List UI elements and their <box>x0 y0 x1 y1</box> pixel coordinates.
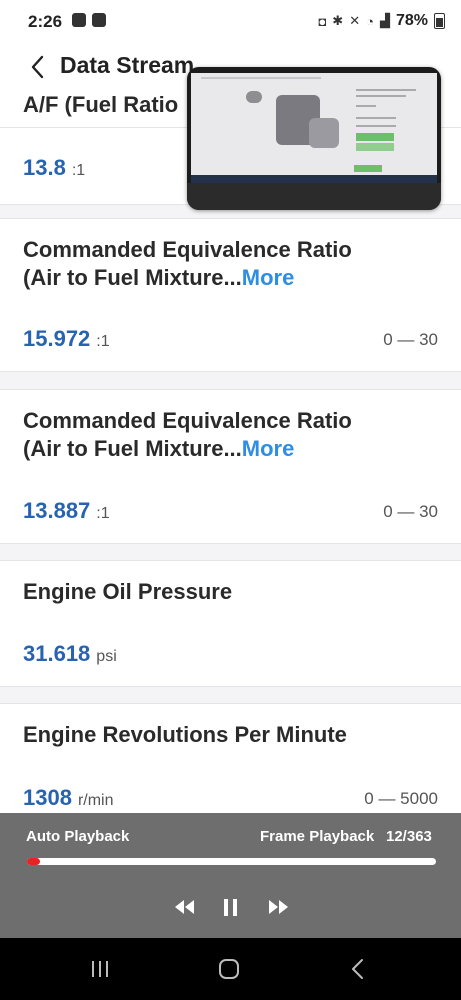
fast-forward-button[interactable] <box>266 897 290 917</box>
picture-in-picture-video[interactable] <box>187 67 441 210</box>
auto-playback-button[interactable]: Auto Playback <box>26 828 129 845</box>
list-item-title[interactable]: Engine Revolutions Per Minute <box>0 703 461 767</box>
back-arrow-icon <box>352 959 363 979</box>
battery-percent: 78% <box>395 12 428 29</box>
parameter-name: Engine Oil Pressure <box>23 579 233 604</box>
list-item-title[interactable]: Engine Oil Pressure <box>0 560 461 623</box>
parameter-name: Commanded Equivalence Ratio (Air to Fuel… <box>23 408 352 461</box>
parameter-value: 13.887:1 <box>23 498 110 523</box>
list-item-title[interactable]: Commanded Equivalence Ratio (Air to Fuel… <box>0 389 461 480</box>
bluetooth-icon: ✱ <box>332 13 344 28</box>
more-link[interactable]: More <box>242 265 295 290</box>
signal-icon: ▟ <box>379 13 390 28</box>
mute-icon: ✕ <box>349 13 361 28</box>
recent-apps-icon <box>92 961 108 977</box>
playback-progress-fill <box>27 858 41 865</box>
wifi-icon: ◔ <box>366 13 374 29</box>
list-item-title[interactable]: Commanded Equivalence Ratio (Air to Fuel… <box>0 218 461 308</box>
alarm-icon: ◘ <box>318 13 327 29</box>
video-frame <box>191 73 437 177</box>
playback-progress-bar[interactable] <box>27 858 436 865</box>
parameter-name: A/F (Fuel Ratio <box>23 92 179 117</box>
rewind-button[interactable] <box>173 897 197 917</box>
status-bar: 2:26 ◘ ✱ ✕ ◔ ▟ 78% <box>0 0 461 44</box>
value-range: 0 — 30 <box>383 502 438 521</box>
rewind-icon <box>175 900 194 914</box>
parameter-value: 15.972:1 <box>23 326 110 351</box>
list-item-value: 13.887:1 0 — 30 <box>0 479 461 544</box>
recent-apps-button[interactable] <box>87 956 113 982</box>
frame-playback-button[interactable]: Frame Playback <box>260 828 374 845</box>
notification-icons <box>72 13 106 27</box>
status-right: ◘ ✱ ✕ ◔ ▟ 78% <box>318 12 445 30</box>
shield-icon <box>92 13 106 27</box>
system-back-button[interactable] <box>346 956 372 982</box>
frame-counter: 12/363 <box>386 828 432 845</box>
battery-icon <box>434 13 445 29</box>
parameter-value: 31.618 psi <box>23 641 117 666</box>
pause-icon <box>224 899 237 916</box>
playback-bar: Auto Playback Frame Playback 12/363 <box>0 813 461 938</box>
parameter-name: Engine Revolutions Per Minute <box>23 722 347 747</box>
home-button[interactable] <box>216 956 242 982</box>
status-time: 2:26 <box>28 12 63 31</box>
back-button[interactable] <box>24 53 52 81</box>
parameter-value: 1308 r/min <box>23 785 114 810</box>
gallery-icon <box>72 13 86 27</box>
video-desk <box>187 183 441 210</box>
more-link[interactable]: More <box>242 436 295 461</box>
video-taskbar <box>191 175 437 183</box>
list-item-value: 15.972:1 0 — 30 <box>0 307 461 372</box>
pause-button[interactable] <box>219 897 243 917</box>
home-icon <box>219 959 239 979</box>
fast-forward-icon <box>269 900 288 914</box>
value-range: 0 — 5000 <box>364 789 438 808</box>
value-range: 0 — 30 <box>383 330 438 349</box>
parameter-value: 13.8:1 <box>23 155 86 180</box>
system-navigation-bar <box>0 938 461 1000</box>
parameter-name: Commanded Equivalence Ratio (Air to Fuel… <box>23 237 352 290</box>
list-item-value: 1308 r/min 0 — 5000 <box>0 766 461 813</box>
chevron-left-icon <box>31 55 44 79</box>
list-item-value: 31.618 psi <box>0 622 461 687</box>
page-title: Data Stream <box>60 52 195 78</box>
